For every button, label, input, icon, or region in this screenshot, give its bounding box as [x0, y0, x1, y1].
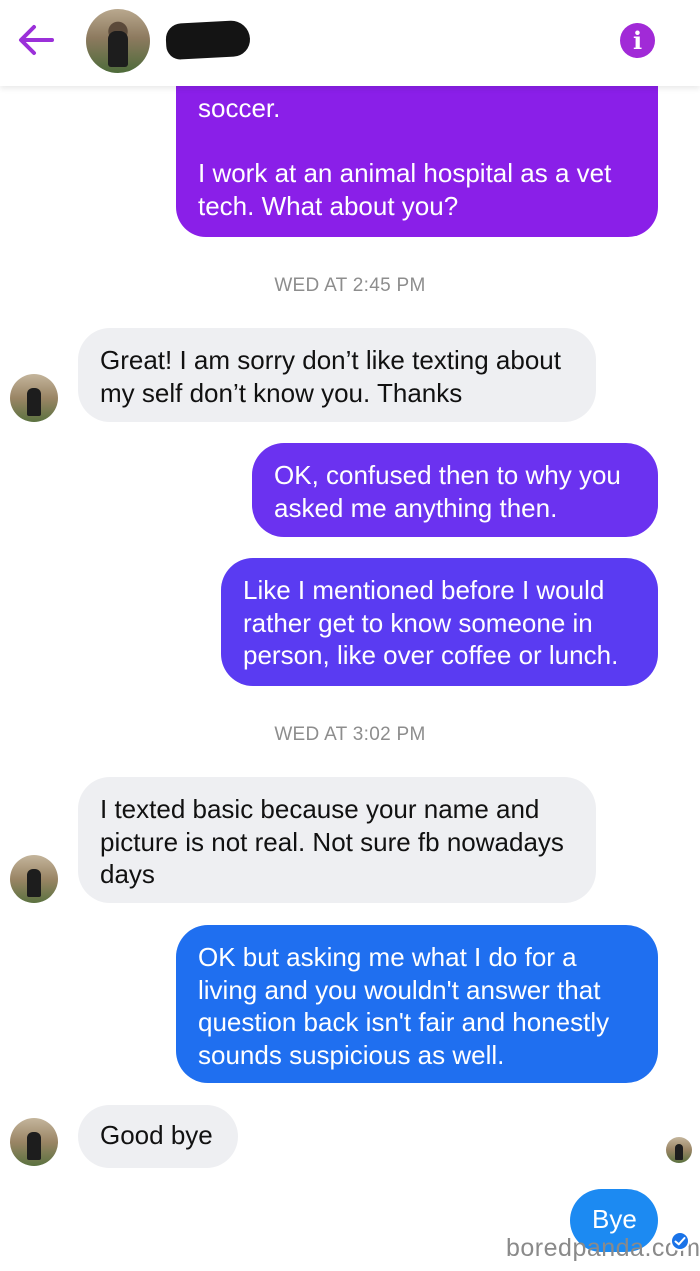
- contact-name-redacted: [165, 19, 251, 61]
- timestamp: WED AT 2:45 PM: [274, 275, 426, 296]
- message-text: Like I mentioned before I would rather g…: [243, 575, 619, 670]
- info-icon: i: [632, 26, 643, 55]
- sent-message[interactable]: Like I mentioned before I would rather g…: [221, 558, 658, 686]
- message-text: soccer. I work at an animal hospital as …: [198, 93, 612, 221]
- received-message[interactable]: I texted basic because your name and pic…: [78, 777, 596, 903]
- arrow-left-icon: [19, 25, 54, 55]
- timestamp: WED AT 3:02 PM: [274, 724, 426, 745]
- received-message[interactable]: Good bye: [78, 1105, 238, 1168]
- sender-avatar: [10, 1118, 58, 1166]
- back-button[interactable]: [14, 20, 58, 60]
- received-message[interactable]: Great! I am sorry don’t like texting abo…: [78, 328, 596, 422]
- read-receipt-avatar: [666, 1137, 692, 1163]
- chat-header: i: [0, 0, 700, 86]
- message-text: OK, confused then to why you asked me an…: [274, 460, 621, 523]
- contact-avatar[interactable]: [86, 9, 150, 73]
- message-text: OK but asking me what I do for a living …: [198, 942, 610, 1070]
- sender-avatar: [10, 855, 58, 903]
- message-text: I texted basic because your name and pic…: [100, 794, 564, 889]
- message-text: Great! I am sorry don’t like texting abo…: [100, 345, 561, 408]
- message-text: Good bye: [100, 1120, 213, 1150]
- sender-avatar: [10, 374, 58, 422]
- info-button[interactable]: i: [620, 23, 655, 58]
- check-icon: [670, 1231, 690, 1251]
- sent-message[interactable]: OK, confused then to why you asked me an…: [252, 443, 658, 537]
- sent-message[interactable]: soccer. I work at an animal hospital as …: [176, 66, 658, 237]
- message-text: Bye: [592, 1204, 637, 1234]
- sent-message[interactable]: OK but asking me what I do for a living …: [176, 925, 658, 1083]
